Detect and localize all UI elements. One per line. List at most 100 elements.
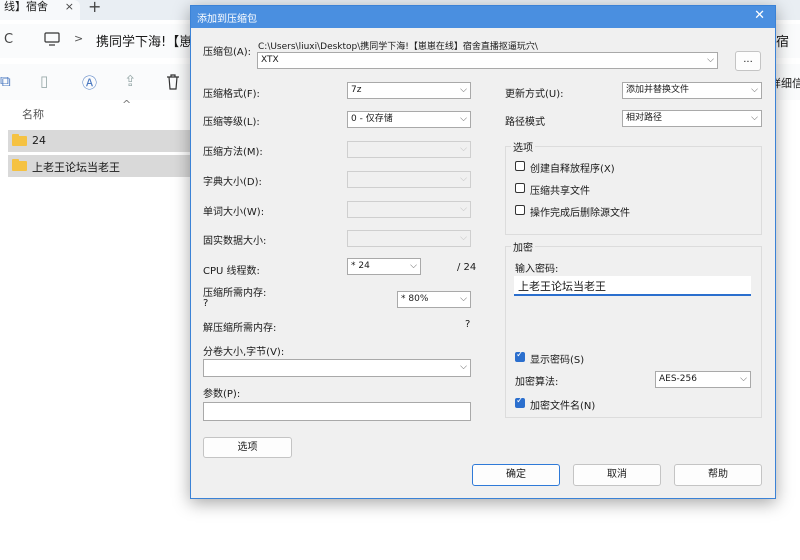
params-label: 参数(P): — [203, 389, 241, 400]
shared-checkbox[interactable] — [515, 183, 525, 193]
chevron-down-icon: ⌵ — [460, 114, 467, 124]
share-icon[interactable]: ⇪ — [124, 72, 137, 90]
tab-close-button[interactable]: × — [65, 0, 74, 14]
chevron-down-icon: ⌵ — [460, 174, 467, 184]
dialog-title: 添加到压缩包 — [197, 14, 257, 25]
show-password-label[interactable]: 显示密码(S) — [530, 351, 584, 366]
sfx-checkbox[interactable] — [515, 161, 525, 171]
mem-value: * 80% — [401, 294, 429, 304]
chevron-down-icon: ⌵ — [751, 113, 758, 123]
close-icon[interactable]: ✕ — [754, 8, 765, 23]
password-value: 上老王论坛当老王 — [518, 280, 606, 293]
folder-icon — [12, 134, 27, 146]
encrypt-names-label[interactable]: 加密文件名(N) — [530, 397, 595, 412]
chevron-down-icon: ⌵ — [460, 204, 467, 214]
breadcrumb[interactable]: 携同学下海!【崽 — [96, 31, 192, 50]
delete-source-checkbox[interactable] — [515, 205, 525, 215]
mem-label: 压缩所需内存: — [203, 288, 267, 299]
level-value: 0 - 仅存储 — [351, 114, 393, 124]
split-label: 分卷大小,字节(V): — [203, 347, 285, 358]
enc-method-value: AES-256 — [659, 374, 697, 384]
solid-label: 固实数据大小: — [203, 236, 267, 247]
encryption-group-title: 加密 — [511, 239, 535, 254]
enc-method-select[interactable]: AES-256 ⌵ — [655, 371, 751, 388]
chevron-down-icon: ⌵ — [740, 374, 747, 384]
list-item[interactable]: 24 — [8, 130, 190, 152]
archive-name-value: XTX — [261, 55, 279, 65]
cancel-button[interactable]: 取消 — [573, 464, 661, 486]
mem-select[interactable]: * 80% ⌵ — [397, 291, 471, 308]
chevron-down-icon: ⌵ — [460, 294, 467, 304]
chevron-down-icon: ⌵ — [460, 233, 467, 243]
password-label: 输入密码: — [515, 264, 559, 275]
chevron-down-icon[interactable]: ⌵ — [707, 53, 714, 68]
monitor-icon[interactable] — [44, 32, 60, 46]
sfx-label[interactable]: 创建自释放程序(X) — [530, 160, 615, 175]
archive-name-combo[interactable]: XTX ⌵ — [257, 52, 718, 69]
chevron-down-icon: ⌵ — [460, 85, 467, 95]
mem-value-unknown: ? — [203, 298, 209, 309]
options-group-title: 选项 — [511, 139, 535, 154]
decomp-label: 解压缩所需内存: — [203, 323, 277, 334]
browse-button[interactable]: ... — [735, 51, 761, 71]
tab-title: 线】宿舍 — [4, 0, 48, 13]
sort-icon: ^ — [122, 98, 132, 111]
password-input[interactable]: 上老王论坛当老王 — [514, 276, 751, 296]
refresh-icon[interactable]: C — [4, 32, 13, 47]
file-name: 24 — [32, 134, 46, 147]
options-button[interactable]: 选项 — [203, 437, 292, 458]
level-label: 压缩等级(L): — [203, 117, 260, 128]
word-label: 单词大小(W): — [203, 207, 265, 218]
path-mode-label: 路径模式 — [505, 117, 545, 128]
format-select[interactable]: 7z ⌵ — [347, 82, 471, 99]
paste-icon[interactable]: ▯ — [40, 72, 48, 90]
level-select[interactable]: 0 - 仅存储 ⌵ — [347, 111, 471, 128]
update-label: 更新方式(U): — [505, 89, 564, 100]
dict-label: 字典大小(D): — [203, 177, 262, 188]
cpu-value: * 24 — [351, 261, 370, 271]
archive-path: C:\Users\liuxi\Desktop\携同学下海!【崽崽在线】宿舍直播抠… — [258, 42, 538, 52]
dict-select[interactable]: ⌵ — [347, 171, 471, 188]
dialog-titlebar[interactable]: 添加到压缩包 ✕ — [191, 6, 775, 28]
cpu-label: CPU 线程数: — [203, 266, 260, 277]
chevron-down-icon: ⌵ — [410, 261, 417, 271]
format-label: 压缩格式(F): — [203, 89, 260, 100]
word-select[interactable]: ⌵ — [347, 201, 471, 218]
path-mode-value: 相对路径 — [626, 113, 663, 123]
ok-button[interactable]: 确定 — [472, 464, 560, 486]
new-tab-button[interactable]: + — [88, 0, 101, 16]
update-select[interactable]: 添加并替换文件 ⌵ — [622, 82, 762, 99]
update-value: 添加并替换文件 — [626, 85, 690, 95]
help-button[interactable]: 帮助 — [674, 464, 762, 486]
method-label: 压缩方法(M): — [203, 147, 263, 158]
format-value: 7z — [351, 85, 362, 95]
chevron-down-icon: ⌵ — [460, 144, 467, 154]
chevron-down-icon: ⌵ — [751, 85, 758, 95]
column-name[interactable]: 名称 — [22, 106, 44, 122]
path-mode-select[interactable]: 相对路径 ⌵ — [622, 110, 762, 127]
folder-icon — [12, 159, 27, 171]
list-item[interactable]: 上老王论坛当老王 — [8, 155, 190, 177]
archive-label: 压缩包(A): — [203, 47, 252, 58]
shared-label[interactable]: 压缩共享文件 — [530, 182, 590, 197]
tab-current[interactable]: 线】宿舍 × — [0, 0, 80, 20]
split-combo[interactable]: ⌵ — [203, 359, 471, 377]
breadcrumb-cut: 宿 — [776, 35, 790, 50]
method-select[interactable]: ⌵ — [347, 141, 471, 158]
add-to-archive-dialog: 添加到压缩包 ✕ 压缩包(A): C:\Users\liuxi\Desktop\… — [190, 5, 776, 499]
solid-select[interactable]: ⌵ — [347, 230, 471, 247]
rename-icon[interactable]: Ⓐ — [82, 72, 97, 93]
breadcrumb-separator: > — [74, 32, 84, 45]
cpu-select[interactable]: * 24 ⌵ — [347, 258, 421, 275]
encrypt-names-checkbox[interactable] — [515, 396, 525, 408]
enc-method-label: 加密算法: — [515, 377, 559, 388]
delete-source-label[interactable]: 操作完成后删除源文件 — [530, 204, 630, 219]
chevron-down-icon[interactable]: ⌵ — [460, 360, 467, 375]
show-password-checkbox[interactable] — [515, 350, 525, 362]
copy-icon[interactable]: ⧉ — [0, 72, 11, 90]
delete-icon[interactable] — [166, 74, 180, 90]
decomp-value-unknown: ? — [465, 319, 471, 330]
cpu-total: / 24 — [457, 262, 477, 273]
file-name: 上老王论坛当老王 — [32, 161, 120, 174]
params-input[interactable] — [203, 402, 471, 421]
